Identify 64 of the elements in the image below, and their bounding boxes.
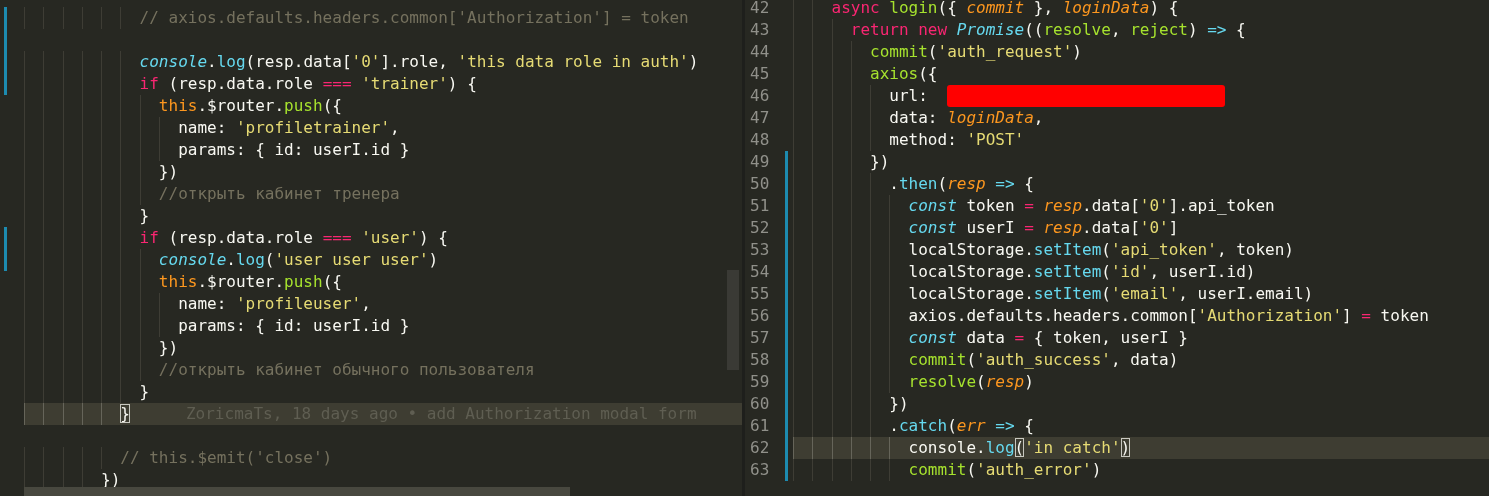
line-number: 50 [749, 173, 771, 195]
code-line: console.log('in catch') [908, 437, 1131, 459]
code-line: console.log('user user user') [158, 249, 439, 271]
code-line: axios({ [870, 63, 938, 85]
line-number: 56 [749, 305, 771, 327]
code-line: params: { id: userI.id } [178, 139, 410, 161]
code-line: name: 'profileuser', [178, 293, 371, 315]
line-number: 55 [749, 283, 771, 305]
line-number: 42 [749, 0, 771, 19]
code-line: axios.defaults.headers.common['Authorization'] = token [908, 305, 1429, 327]
line-number: 48 [749, 129, 771, 151]
code-line: localStorage.setItem('api_token', token) [908, 239, 1294, 261]
code-line: console.log(resp.data['0'].role, 'this data role in auth') [139, 51, 699, 73]
code-line: if (resp.data.role === 'user') { [139, 227, 448, 249]
code-line: const token = resp.data['0'].api_token [908, 195, 1275, 217]
line-number: 46 [749, 85, 771, 107]
line-number: 61 [749, 415, 771, 437]
code-line: }) [158, 337, 179, 359]
code-line: } [139, 381, 150, 403]
code-line: resolve(resp) [908, 371, 1034, 393]
line-number: 47 [749, 107, 771, 129]
line-number: 53 [749, 239, 771, 261]
scrollbar-thumb[interactable] [24, 487, 570, 496]
line-number: 45 [749, 63, 771, 85]
code-line: //открыть кабинет тренера [158, 183, 400, 205]
code-line: async login({ commit }, loginData) { [831, 0, 1179, 19]
code-line: commit('auth_error') [908, 459, 1102, 481]
code-line: if (resp.data.role === 'trainer') { [139, 73, 477, 95]
code-line: name: 'profiletrainer', [178, 117, 400, 139]
code-line: const userI = resp.data['0'] [908, 217, 1179, 239]
code-line: } [120, 403, 130, 425]
code-line: }) [889, 393, 909, 415]
code-line: } [139, 205, 150, 227]
line-number: 63 [749, 459, 771, 481]
code-line: data: loginData, [889, 107, 1044, 129]
line-number: 49 [749, 151, 771, 173]
code-line: }) [870, 151, 890, 173]
code-line: // axios.defaults.headers.common['Authorization'] = token [139, 7, 689, 29]
line-number: 52 [749, 217, 771, 239]
line-number: 62 [749, 437, 771, 459]
line-number: 51 [749, 195, 771, 217]
code-line: //открыть кабинет обычного пользователя [158, 359, 535, 381]
line-number: 59 [749, 371, 771, 393]
code-line: commit('auth_success', data) [908, 349, 1179, 371]
line-number: 43 [749, 19, 771, 41]
code-line: params: { id: userI.id } [178, 315, 410, 337]
code-line: .then(resp => { [889, 173, 1034, 195]
code-line: this.$router.push({ [158, 95, 342, 117]
code-line: commit('auth_request') [870, 41, 1082, 63]
code-line: localStorage.setItem('email', userI.email) [908, 283, 1314, 305]
code-line: localStorage.setItem('id', userI.id) [908, 261, 1256, 283]
code-line: }) [158, 161, 179, 183]
line-number: 60 [749, 393, 771, 415]
code-line: return new Promise((resolve, reject) => { [850, 19, 1246, 41]
code-line: this.$router.push({ [158, 271, 342, 293]
line-number: 57 [749, 327, 771, 349]
code-line: .catch(err => { [889, 415, 1034, 437]
code-line: method: 'POST' [889, 129, 1025, 151]
line-number: 58 [749, 349, 771, 371]
code-line: url: [889, 85, 928, 107]
code-line: const data = { token, userI } [908, 327, 1188, 349]
code-line: // this.$emit('close') [120, 447, 333, 469]
line-number: 44 [749, 41, 771, 63]
line-number: 54 [749, 261, 771, 283]
